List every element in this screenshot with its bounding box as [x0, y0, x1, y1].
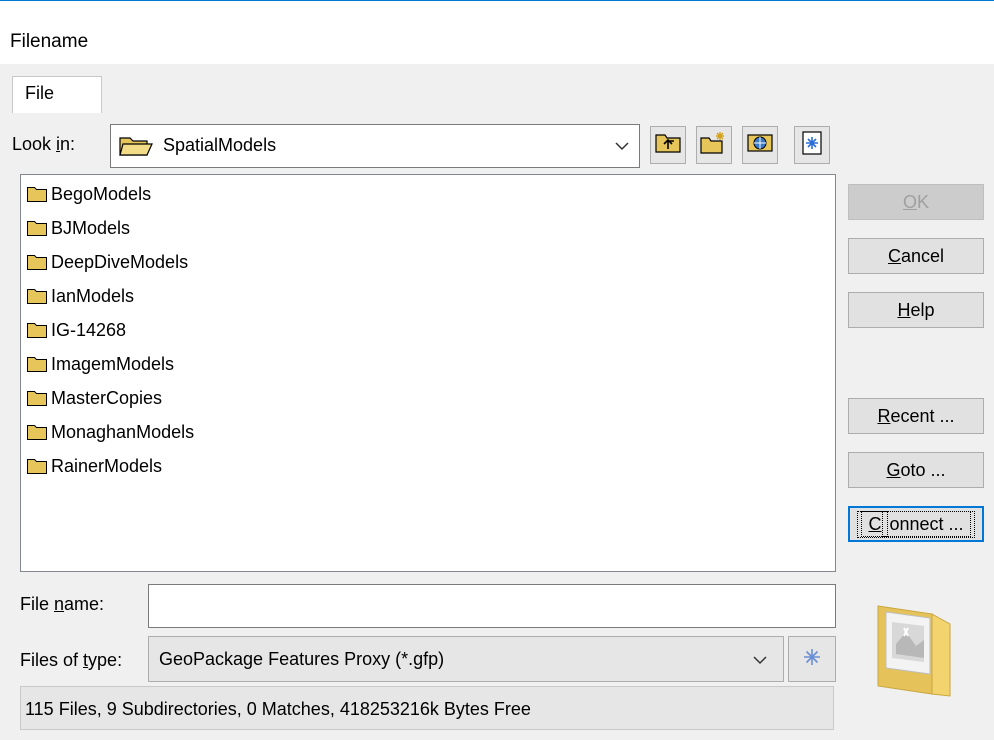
folder-icon [27, 425, 47, 440]
look-in-value: SpatialModels [163, 135, 277, 155]
status-text: 115 Files, 9 Subdirectories, 0 Matches, … [25, 699, 531, 719]
folder-icon [27, 357, 47, 372]
folder-document-icon [872, 598, 956, 703]
cancel-button[interactable]: Cancel [848, 238, 984, 274]
folder-icon [27, 459, 47, 474]
network-icon [746, 131, 774, 160]
list-item[interactable]: BegoModels [27, 177, 151, 211]
window-title: Filename [10, 31, 89, 52]
files-of-type-label: Files of type: [20, 650, 123, 670]
asterisk-icon [801, 646, 823, 673]
folder-icon [27, 255, 47, 270]
chevron-down-icon [613, 137, 631, 155]
list-item[interactable]: ImagemModels [27, 347, 174, 381]
new-button[interactable] [794, 126, 830, 164]
network-button[interactable] [742, 126, 778, 164]
folder-icon [27, 187, 47, 202]
list-item[interactable]: MasterCopies [27, 381, 162, 415]
folder-icon [27, 323, 47, 338]
chevron-down-icon [751, 651, 769, 674]
file-name-label: File name: [20, 594, 105, 614]
goto-button[interactable]: Goto ... [848, 452, 984, 488]
tab-file[interactable]: File [12, 76, 102, 116]
up-one-level-button[interactable] [650, 126, 686, 164]
help-button[interactable]: Help [848, 292, 984, 328]
files-of-type-dropdown[interactable]: GeoPackage Features Proxy (*.gfp) [148, 636, 784, 682]
list-item[interactable]: MonaghanModels [27, 415, 194, 449]
list-item[interactable]: DeepDiveModels [27, 245, 188, 279]
create-new-folder-icon [700, 131, 728, 160]
list-item[interactable]: IanModels [27, 279, 134, 313]
connect-button[interactable]: Connect ... [848, 506, 984, 542]
list-item[interactable]: IG-14268 [27, 313, 126, 347]
files-of-type-value: GeoPackage Features Proxy (*.gfp) [159, 649, 445, 669]
status-bar: 115 Files, 9 Subdirectories, 0 Matches, … [20, 686, 834, 730]
look-in-dropdown[interactable]: SpatialModels [110, 124, 640, 168]
open-folder-icon [119, 135, 153, 162]
list-item[interactable]: RainerModels [27, 449, 162, 483]
new-icon [800, 130, 824, 161]
look-in-label: Look in: [12, 134, 76, 154]
ok-button[interactable]: OK [848, 184, 984, 220]
folder-icon [27, 289, 47, 304]
file-name-input[interactable] [148, 584, 836, 628]
tab-strip: File [0, 64, 994, 116]
list-item[interactable]: BJModels [27, 211, 130, 245]
up-one-level-icon [655, 132, 681, 159]
file-list[interactable]: BegoModels BJModels DeepDiveModels IanMo… [20, 174, 836, 572]
create-new-folder-button[interactable] [696, 126, 732, 164]
folder-icon [27, 221, 47, 236]
folder-icon [27, 391, 47, 406]
new-type-button[interactable] [788, 636, 836, 682]
title-bar: Filename [0, 0, 994, 64]
recent-button[interactable]: Recent ... [848, 398, 984, 434]
